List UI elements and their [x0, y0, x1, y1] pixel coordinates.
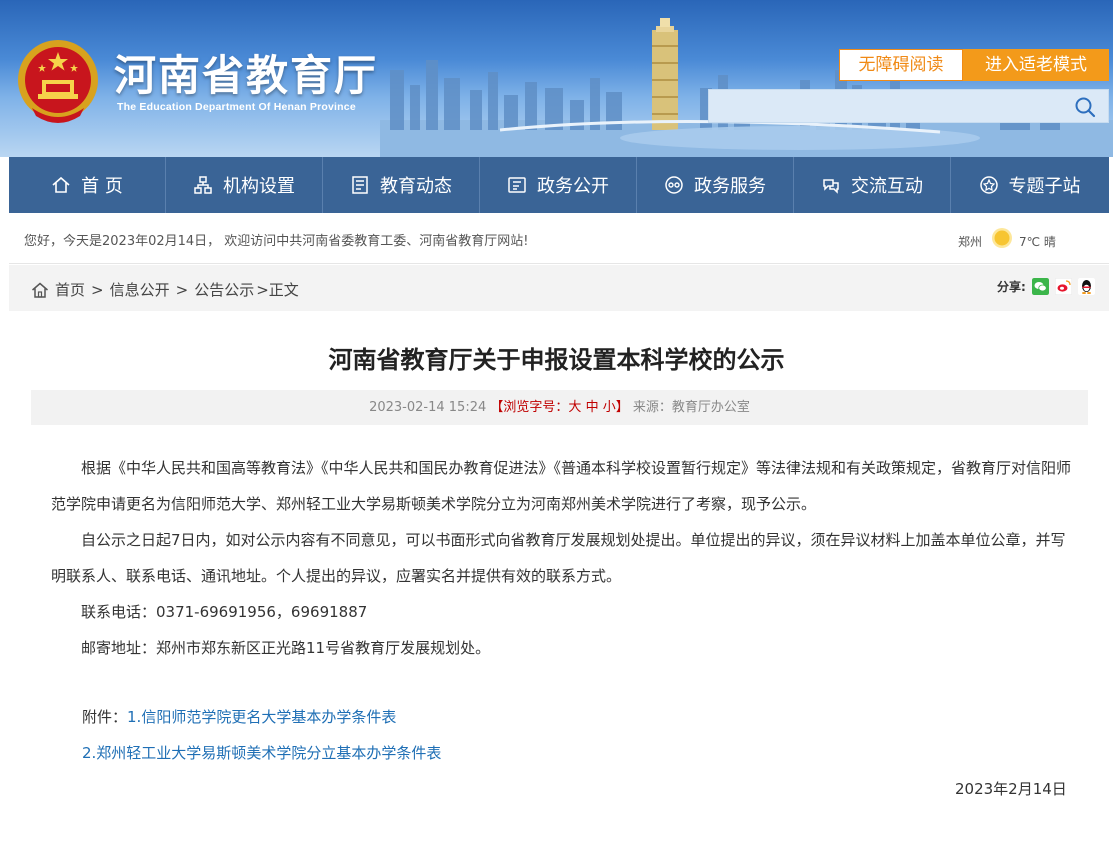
nav-item-government-services[interactable]: 政务服务: [637, 157, 794, 213]
topic-icon: [979, 176, 998, 194]
breadcrumb-separator: >: [175, 280, 189, 299]
search-icon[interactable]: [1074, 96, 1096, 118]
weather-city: 郑州: [958, 235, 983, 249]
article-title: 河南省教育厅关于申报设置本科学校的公示: [328, 346, 785, 374]
breadcrumb-announcements[interactable]: 公告公示: [194, 279, 254, 300]
mailing-address: 邮寄地址：郑州市郑东新区正光路11号省教育厅发展规划处。: [81, 639, 491, 657]
article-paragraph: 自公示之日起7日内，如对公示内容有不同意见，可以书面形式向省教育厅发展规划处提出…: [51, 531, 1066, 585]
article-body: 根据《中华人民共和国高等教育法》《中华人民共和国民办教育促进法》《普通本科学校设…: [51, 450, 1071, 666]
attachment-link-2[interactable]: 2.郑州轻工业大学易斯顿美术学院分立基本办学条件表: [82, 744, 441, 762]
sun-icon: [992, 228, 1012, 248]
font-size-large[interactable]: 大: [568, 400, 581, 415]
publish-datetime: 2023-02-14 15:24: [369, 400, 487, 415]
nav-label: 交流互动: [851, 176, 923, 197]
nav-label: 首 页: [81, 176, 123, 197]
site-subtitle: The Education Department Of Henan Provin…: [117, 101, 356, 113]
article-paragraph: 根据《中华人民共和国高等教育法》《中华人民共和国民办教育促进法》《普通本科学校设…: [51, 459, 1072, 513]
main-nav: 首 页 机构设置 教育动态 政务公开 政务服务 交流互动 专题子站: [9, 157, 1109, 213]
font-size-suffix: 】: [615, 400, 629, 415]
nav-label: 机构设置: [223, 176, 295, 197]
nav-item-interaction[interactable]: 交流互动: [794, 157, 951, 213]
home-icon: [52, 176, 70, 193]
nav-item-education-news[interactable]: 教育动态: [323, 157, 480, 213]
article-source: 来源：教育厅办公室: [632, 400, 750, 415]
nav-label: 政务服务: [694, 176, 766, 197]
font-size-prefix: 【浏览字号：: [490, 400, 569, 415]
breadcrumb-bar: 首页 > 信息公开 > 公告公示 >正文 分享:: [9, 265, 1109, 311]
welcome-message: 您好，今天是2023年02月14日， 欢迎访问中共河南省委教育工委、河南省教育厅…: [24, 234, 529, 249]
search-input[interactable]: [709, 90, 1069, 122]
nav-item-government-affairs[interactable]: 政务公开: [480, 157, 637, 213]
font-size-small[interactable]: 小: [603, 400, 616, 415]
breadcrumb-home[interactable]: 首页: [55, 279, 85, 300]
wechat-icon[interactable]: [1031, 278, 1049, 295]
attachment-label: 附件：: [82, 708, 128, 726]
nav-item-organization[interactable]: 机构设置: [166, 157, 323, 213]
nav-label: 政务公开: [537, 176, 609, 197]
nav-label: 专题子站: [1008, 176, 1081, 197]
share-section: 分享:: [997, 278, 1095, 295]
nav-item-home[interactable]: 首 页: [9, 157, 166, 213]
elder-mode-button[interactable]: 进入适老模式: [963, 49, 1109, 81]
site-header: 河南省教育厅 The Education Department Of Henan…: [0, 0, 1113, 157]
accessibility-reading-button[interactable]: 无障碍阅读: [839, 49, 963, 81]
search-box: [708, 89, 1109, 123]
news-icon: [352, 176, 368, 194]
weibo-icon[interactable]: [1054, 278, 1072, 295]
breadcrumb: 首页 > 信息公开 > 公告公示 >正文: [31, 279, 299, 300]
nav-label: 教育动态: [380, 176, 452, 197]
breadcrumb-separator: >: [91, 280, 104, 299]
attachment-line-1: 附件：1.信阳师范学院更名大学基本办学条件表: [82, 706, 396, 727]
contact-phone: 联系电话：0371-69691956，69691887: [81, 603, 368, 621]
qq-icon[interactable]: [1077, 278, 1095, 295]
nav-item-topic-sites[interactable]: 专题子站: [951, 157, 1108, 213]
font-size-selector: 【浏览字号：大 中 小】: [490, 400, 628, 415]
site-title: 河南省教育厅: [114, 51, 379, 100]
document-icon: [508, 177, 526, 193]
article-date: 2023年2月14日: [955, 780, 1067, 798]
org-icon: [194, 176, 212, 194]
home-icon: [32, 282, 48, 298]
share-label: 分享:: [997, 280, 1026, 294]
welcome-bar: 您好，今天是2023年02月14日， 欢迎访问中共河南省委教育工委、河南省教育厅…: [9, 213, 1109, 264]
attachment-line-2: 2.郑州轻工业大学易斯顿美术学院分立基本办学条件表: [82, 742, 441, 763]
breadcrumb-current: >正文: [256, 281, 299, 299]
font-size-medium[interactable]: 中: [586, 400, 599, 415]
weather-temperature: 7℃ 晴: [1019, 235, 1056, 249]
interaction-icon: [823, 179, 839, 194]
attachment-link-1[interactable]: 1.信阳师范学院更名大学基本办学条件表: [127, 708, 396, 726]
service-icon: [665, 176, 683, 194]
national-emblem-icon: [18, 40, 98, 123]
article-meta: 2023-02-14 15:24 【浏览字号：大 中 小】 来源：教育厅办公室: [31, 390, 1088, 425]
breadcrumb-info-public[interactable]: 信息公开: [110, 279, 170, 300]
